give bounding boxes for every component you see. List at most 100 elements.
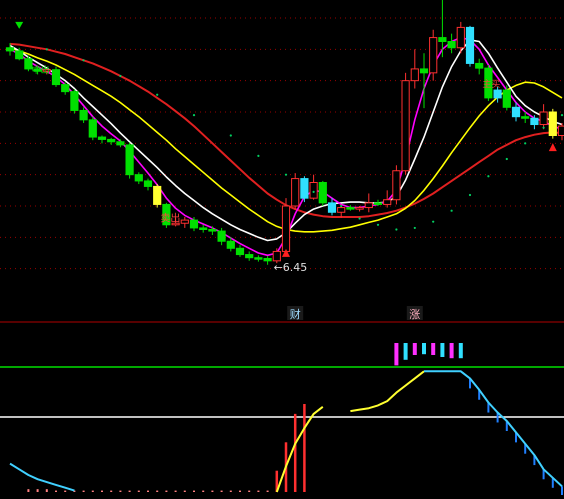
candle-body xyxy=(502,89,511,108)
candle xyxy=(143,178,153,191)
candle xyxy=(557,122,564,141)
candle xyxy=(291,173,300,210)
candle-body xyxy=(125,144,134,176)
candle-body xyxy=(475,62,484,69)
candle xyxy=(465,25,475,67)
candle-body xyxy=(153,185,162,205)
candle-body xyxy=(235,247,245,256)
indicator-dot xyxy=(376,223,380,226)
candle xyxy=(199,224,208,233)
indicator-dot xyxy=(45,48,48,51)
candle-body xyxy=(5,47,15,52)
candle-body xyxy=(217,230,226,242)
indicator-dot xyxy=(560,114,564,117)
candle xyxy=(134,172,143,185)
candle-body xyxy=(327,202,337,213)
candle-body xyxy=(116,141,125,146)
candle-body xyxy=(410,68,419,82)
candle xyxy=(318,180,327,206)
candle xyxy=(61,82,70,95)
candle xyxy=(51,66,61,87)
candle xyxy=(180,216,189,228)
indicator-dot xyxy=(257,154,260,157)
candle-body xyxy=(309,182,318,199)
candle xyxy=(309,174,318,200)
buy-arrow-icon xyxy=(548,143,557,152)
candle-body xyxy=(134,174,143,182)
candle-body xyxy=(300,178,309,199)
indicator-dot xyxy=(156,93,159,96)
candle xyxy=(263,256,272,265)
candle-body xyxy=(465,26,475,64)
candle xyxy=(364,193,373,213)
indicator-dot xyxy=(468,193,472,197)
candle-body xyxy=(392,170,401,201)
candle-body xyxy=(51,69,61,86)
candle xyxy=(475,58,484,75)
indicator-dot xyxy=(119,74,122,78)
candle-body xyxy=(70,91,79,111)
indicator-dot xyxy=(524,142,527,145)
candle xyxy=(153,184,162,208)
indicator-dot xyxy=(432,220,435,223)
candle xyxy=(125,142,134,179)
indicator-dot xyxy=(505,157,508,161)
indicator-dot xyxy=(450,209,453,212)
candle-body xyxy=(539,111,548,126)
candle xyxy=(97,135,107,144)
badge-text: 涨 xyxy=(409,308,420,321)
candle-body xyxy=(107,138,116,143)
buy-tag: 主买 xyxy=(482,78,500,90)
candle-body xyxy=(291,178,300,207)
candle-body xyxy=(180,219,189,224)
candle-body xyxy=(208,229,217,232)
badge-text: 财 xyxy=(290,307,301,321)
candle xyxy=(254,255,263,262)
candle xyxy=(539,104,548,130)
candle-body xyxy=(337,207,346,213)
candle-body xyxy=(438,37,447,42)
sell-tag: 卖出 xyxy=(160,212,180,225)
mid-tag: 中出 xyxy=(32,64,50,76)
indicator-panel: 财涨 xyxy=(0,306,564,497)
candle-body xyxy=(199,227,208,231)
candle xyxy=(410,49,419,89)
candle-body xyxy=(281,205,291,252)
candle-body xyxy=(263,257,272,262)
indicator-dot xyxy=(82,59,85,62)
candle-body xyxy=(548,111,557,136)
candle xyxy=(438,0,447,58)
indicator-dot xyxy=(312,190,315,193)
chart-canvas: ←6.45卖出中出主买 财涨 xyxy=(0,0,564,497)
early-cyan-line xyxy=(9,462,75,492)
candle xyxy=(548,108,557,139)
indicator-dot xyxy=(192,114,196,117)
indicator-dot xyxy=(413,226,416,230)
candle xyxy=(235,245,245,257)
candle-body xyxy=(97,136,107,140)
candle-body xyxy=(318,182,327,204)
candle-body xyxy=(272,250,281,262)
candle-body xyxy=(61,84,70,93)
candle-body xyxy=(226,240,235,249)
indicator-dot xyxy=(487,175,490,178)
candle-body xyxy=(346,207,355,210)
candle xyxy=(429,29,438,81)
candle xyxy=(70,89,79,114)
low-price-label: ←6.45 xyxy=(274,261,308,274)
candle xyxy=(88,116,97,141)
candle-body xyxy=(530,117,539,126)
candle xyxy=(401,72,410,175)
stock-chart: ←6.45 卖出 中出 主买 财涨 xyxy=(0,0,564,497)
candle xyxy=(447,33,456,54)
candle xyxy=(116,139,125,148)
indicator-dot xyxy=(284,173,288,176)
candle-body xyxy=(254,257,263,260)
candle-body xyxy=(383,199,392,205)
candles xyxy=(5,0,564,265)
candle xyxy=(392,165,401,205)
candle-body xyxy=(456,26,465,49)
candle-body xyxy=(419,68,429,74)
indicator-dot xyxy=(340,204,343,208)
candle xyxy=(107,137,116,145)
